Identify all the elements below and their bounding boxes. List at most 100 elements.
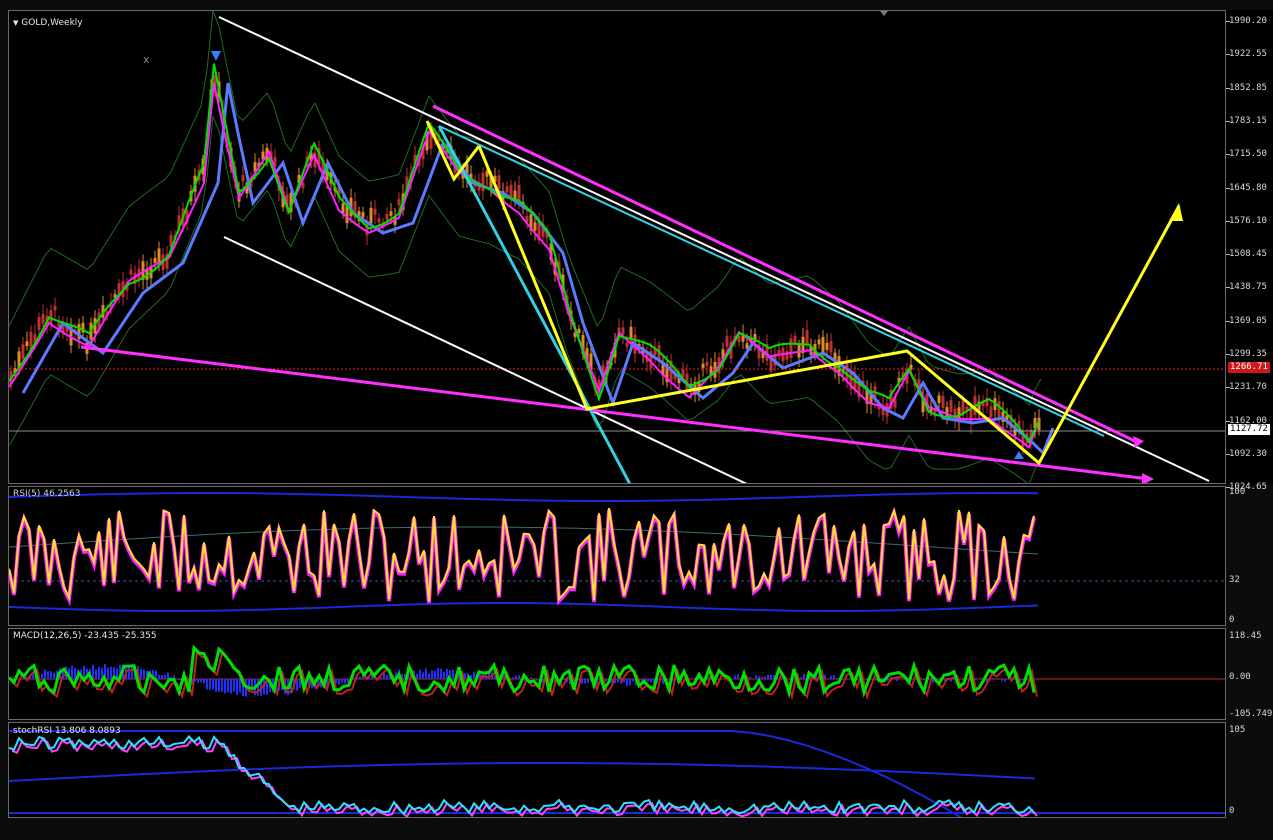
- resistance-trendline: [432, 104, 1140, 445]
- macd-histogram-bar: [110, 666, 112, 679]
- macd-histogram-bar: [626, 679, 628, 687]
- rsi-scale-level: 32: [1229, 575, 1240, 585]
- candle-body: [817, 339, 821, 345]
- price-scale-tick: 1645.80: [1229, 182, 1267, 193]
- macd-label: MACD(12,26,5) -23.435 -25.355: [13, 631, 157, 641]
- macd-histogram-bar: [224, 679, 226, 694]
- candle-body: [25, 341, 29, 347]
- candle-body: [701, 363, 705, 369]
- price-scale[interactable]: [1226, 10, 1273, 484]
- candle-body: [505, 186, 509, 193]
- macd-histogram-bar: [209, 679, 211, 690]
- macd-histogram-bar: [992, 678, 994, 679]
- candle-body: [821, 336, 825, 354]
- macd-histogram-bar: [530, 677, 532, 679]
- candle-body: [937, 395, 941, 404]
- candle-body: [533, 222, 537, 231]
- macd-histogram-bar: [215, 679, 217, 692]
- rsi-canvas: [9, 492, 1225, 612]
- macd-histogram-bar: [47, 671, 49, 679]
- price-scale-tick: 1715.50: [1229, 149, 1267, 160]
- candle-body: [941, 396, 945, 408]
- macd-histogram-bar: [581, 679, 583, 684]
- magenta-arrowhead-icon: [1142, 473, 1154, 483]
- macd-histogram-bar: [617, 679, 619, 683]
- macd-histogram-bar: [761, 676, 763, 679]
- price-scale-tick: 1299.35: [1229, 349, 1267, 359]
- macd-histogram-bar: [734, 675, 736, 679]
- candle-body: [949, 400, 953, 412]
- candle-body: [53, 305, 57, 311]
- rsi-scale-min: 0: [1229, 615, 1235, 625]
- macd-histogram-bar: [203, 679, 205, 684]
- price-scale-tick-mark: [1226, 320, 1230, 322]
- macd-histogram-bar: [632, 679, 634, 682]
- price-scale-tick: 1369.05: [1229, 315, 1267, 326]
- close-marker[interactable]: x: [143, 53, 150, 66]
- shift-marker-icon[interactable]: [880, 11, 888, 16]
- upper-channel-trendline: [218, 16, 1210, 482]
- macd-histogram-bar: [473, 671, 475, 679]
- stochrsi-label: stochRSI 13.806 8.0893: [13, 726, 121, 736]
- macd-histogram-bar: [386, 674, 388, 679]
- macd-histogram-bar: [437, 668, 439, 679]
- macd-histogram-bar: [206, 679, 208, 690]
- macd-histogram-bar: [50, 671, 52, 679]
- macd-histogram-bar: [107, 667, 109, 679]
- stoch-scale-min: 0: [1229, 806, 1235, 816]
- candle-body: [705, 361, 709, 367]
- macd-histogram-bar: [431, 670, 433, 679]
- candle-body: [621, 327, 625, 335]
- macd-histogram-bar: [998, 678, 1000, 679]
- macd-histogram-bar: [647, 679, 649, 682]
- macd-histogram-bar: [221, 679, 223, 692]
- candle-body: [377, 218, 381, 223]
- macd-histogram-bar: [518, 675, 520, 679]
- candle-body: [389, 211, 393, 216]
- candle-body: [997, 401, 1001, 419]
- macd-scale-min: -105.749: [1229, 709, 1273, 719]
- macd-histogram-bar: [179, 679, 181, 681]
- macd-histogram-bar: [164, 675, 166, 679]
- macd-histogram-bar: [212, 679, 214, 690]
- candle-body: [681, 369, 685, 377]
- rsi-pane[interactable]: RSI(5) 46.2563: [8, 486, 1226, 626]
- macd-histogram-bar: [197, 679, 199, 683]
- macd-histogram-bar: [44, 669, 46, 679]
- macd-histogram-bar: [452, 669, 454, 679]
- candle-body: [805, 330, 809, 345]
- macd-histogram-bar: [236, 679, 238, 695]
- yellow-arrowhead-icon: [1169, 203, 1183, 221]
- candle-body: [989, 406, 993, 418]
- stochrsi-pane[interactable]: stochRSI 13.806 8.0893: [8, 722, 1226, 818]
- candle-body: [369, 207, 373, 224]
- chevron-down-icon[interactable]: ▼: [13, 19, 18, 27]
- price-scale-tick-mark: [1226, 154, 1230, 156]
- price-pane[interactable]: ▼ GOLD,Weekly x: [8, 10, 1226, 484]
- price-scale-tick: 1092.30: [1229, 448, 1267, 459]
- candle-body: [153, 257, 157, 264]
- macd-histogram-bar: [380, 677, 382, 679]
- macd-histogram-bar: [53, 672, 55, 679]
- candle-body: [829, 340, 833, 353]
- macd-scale-zero: 0.00: [1229, 672, 1251, 682]
- macd-histogram-bar: [533, 678, 535, 679]
- macd-histogram-bar: [563, 679, 565, 680]
- price-scale-tick-mark: [1226, 420, 1230, 422]
- price-scale-tick-mark: [1226, 387, 1230, 389]
- price-chart-canvas[interactable]: [9, 11, 1226, 484]
- macd-histogram-bar: [770, 674, 772, 679]
- macd-histogram-bar: [980, 677, 982, 679]
- macd-histogram-bar: [218, 679, 220, 692]
- rsi-lower-envelope: [9, 602, 1039, 612]
- slow-moving-average-line: [21, 82, 1055, 456]
- stoch-mid-envelope: [9, 762, 1036, 782]
- macd-pane[interactable]: MACD(12,26,5) -23.435 -25.355: [8, 628, 1226, 720]
- macd-histogram-bar: [167, 672, 169, 679]
- macd-canvas: [9, 644, 1225, 701]
- rsi-upper-envelope: [9, 492, 1039, 502]
- price-scale-tick: 1783.15: [1229, 115, 1267, 126]
- macd-histogram-bar: [803, 673, 805, 679]
- macd-histogram-bar: [764, 676, 766, 679]
- macd-histogram-bar: [896, 679, 898, 681]
